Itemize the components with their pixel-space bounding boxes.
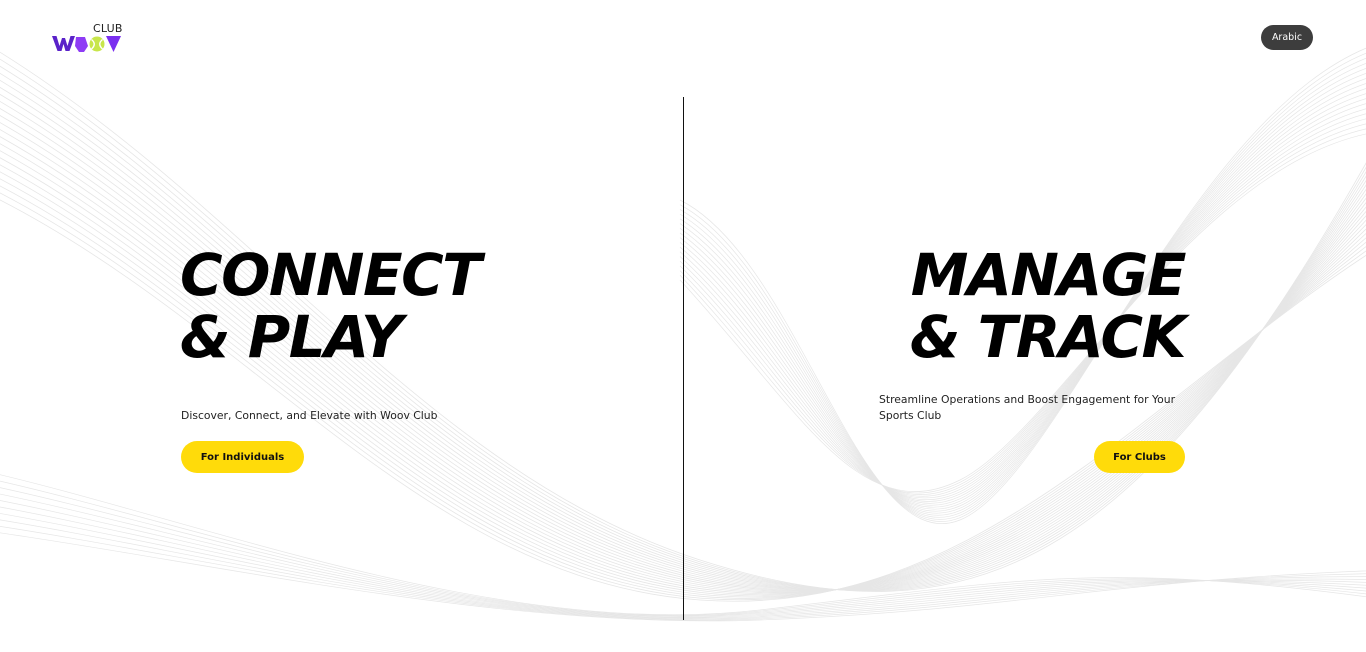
- individuals-description: Discover, Connect, and Elevate with Woov…: [181, 409, 438, 422]
- for-individuals-button[interactable]: For Individuals: [181, 441, 304, 473]
- manage-track-heading-line1: MANAGE: [910, 241, 1187, 309]
- language-toggle-button[interactable]: Arabic: [1261, 25, 1313, 50]
- for-clubs-button[interactable]: For Clubs: [1094, 441, 1185, 473]
- connect-play-heading: CONNECT & PLAY: [180, 241, 482, 371]
- landing-page: CLUB Arabic CONNECT & PLAY Discover, Con…: [0, 0, 1366, 652]
- logo-wordmark-icon: [52, 36, 121, 52]
- connect-play-heading-line1: CONNECT: [180, 241, 482, 309]
- clubs-description: Streamline Operations and Boost Engageme…: [879, 393, 1176, 422]
- manage-track-heading: MANAGE & TRACK: [889, 241, 1187, 371]
- connect-play-heading-line2: & PLAY: [180, 303, 403, 371]
- manage-track-heading-line2: & TRACK: [909, 303, 1187, 371]
- woov-club-logo[interactable]: CLUB: [52, 22, 124, 54]
- center-divider: [683, 97, 684, 620]
